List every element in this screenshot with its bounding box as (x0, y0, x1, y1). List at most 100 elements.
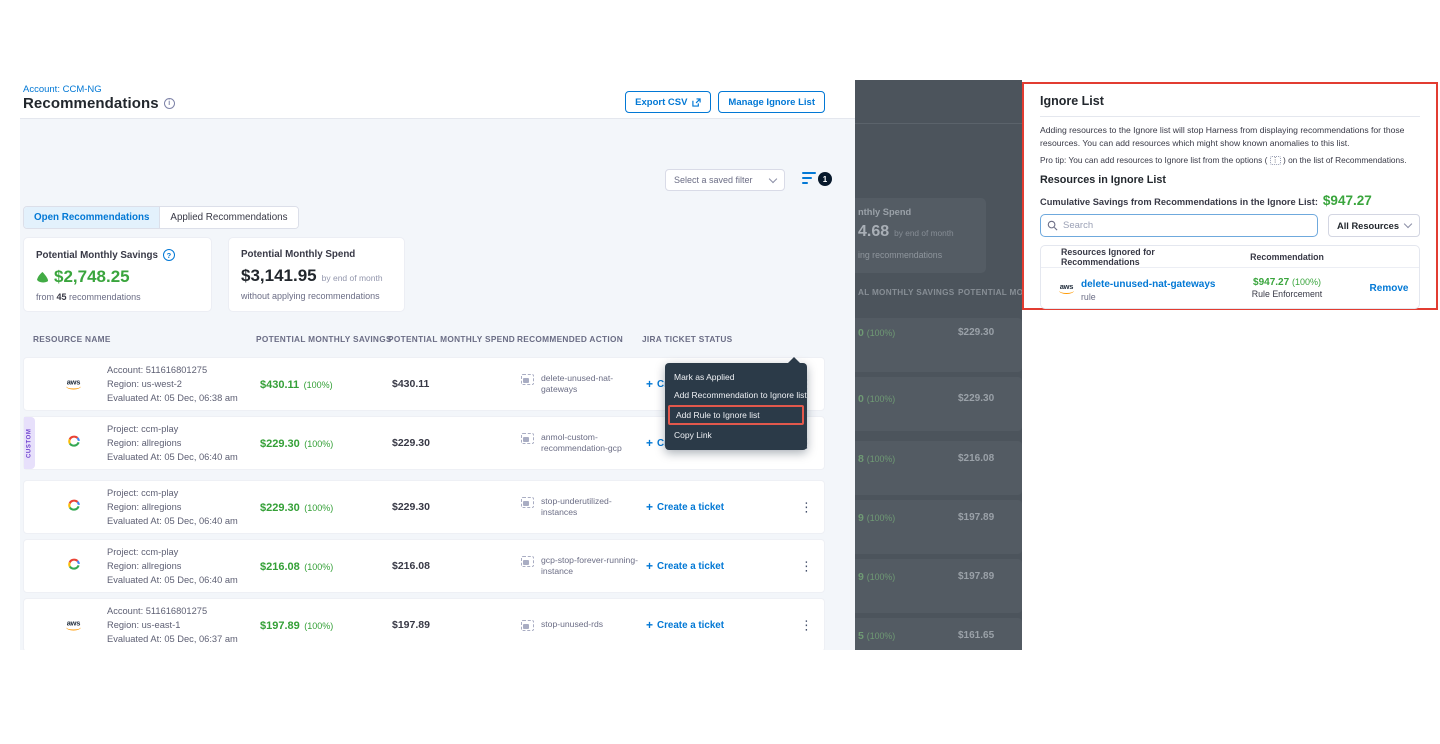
dimmed-spend-note: ing recommendations (858, 250, 942, 260)
page: Account: CCM-NG Recommendations i Export… (0, 0, 1440, 744)
savings-value: $430.11 (260, 379, 299, 391)
row-context-menu: Mark as Applied Add Recommendation to Ig… (665, 363, 807, 450)
rule-icon (521, 433, 534, 444)
all-resources-select[interactable]: All Resources (1328, 214, 1420, 237)
spend-suffix: by end of month (322, 273, 383, 283)
savings-percent: (100%) (304, 621, 333, 631)
action-label: gcp-stop-forever-running-instance (541, 555, 639, 577)
savings-subtitle: from 45 recommendations (36, 292, 211, 302)
dimmed-divider (855, 123, 1022, 124)
filter-button[interactable]: 1 (802, 172, 832, 189)
spend-value: $229.30 (392, 437, 430, 449)
spend-value: $197.89 (392, 619, 430, 631)
cumulative-savings-value: $947.27 (1323, 193, 1372, 208)
external-link-icon (692, 98, 701, 107)
spend-value: $229.30 (392, 501, 430, 513)
savings-value: $197.89 (260, 620, 300, 632)
info-icon: i (164, 98, 175, 109)
dimmed-col-spend: POTENTIAL MONTHL (958, 288, 1022, 297)
potential-monthly-savings-card: Potential Monthly Savings ? $2,748.25 fr… (23, 237, 212, 312)
aws-icon: aws (66, 620, 81, 631)
savings-percent: (100%) (304, 380, 333, 390)
search-icon (1047, 220, 1058, 231)
rule-icon (521, 620, 534, 631)
panel-divider (1040, 116, 1420, 117)
col-recommendation: Recommendation (1217, 252, 1357, 262)
tab-open-recommendations[interactable]: Open Recommendations (24, 207, 159, 228)
ignored-resource-link[interactable]: delete-unused-nat-gateways (1081, 279, 1215, 290)
ignore-list-table: Resources Ignored for Recommendations Re… (1040, 245, 1420, 309)
plus-icon: + (646, 500, 653, 514)
dimmed-col-savings: AL MONTHLY SAVINGS (858, 288, 955, 297)
spend-card-title: Potential Monthly Spend (241, 249, 355, 260)
spend-note: without applying recommendations (241, 291, 404, 301)
table-row[interactable]: aws Account: 511616801275 Region: us-eas… (23, 598, 825, 650)
menu-item-add-rule-to-ignore-list[interactable]: Add Rule to Ignore list (668, 405, 804, 425)
rule-icon (521, 556, 534, 567)
col-jira-ticket-status: JIRA TICKET STATUS (642, 334, 733, 344)
row-menu-icon[interactable]: ⋮ (800, 619, 813, 632)
savings-value: $229.30 (260, 438, 300, 450)
export-csv-button[interactable]: Export CSV (625, 91, 711, 113)
savings-percent: (100%) (304, 439, 333, 449)
help-icon[interactable]: ? (163, 249, 175, 261)
col-recommended-action: RECOMMENDED ACTION (517, 334, 623, 344)
action-label: stop-unused-rds (541, 619, 603, 631)
create-ticket-link[interactable]: + Create a ticket (646, 559, 724, 573)
col-potential-monthly-savings: POTENTIAL MONTHLY SAVINGS (256, 334, 392, 344)
search-input[interactable] (1040, 214, 1318, 237)
ignore-list-row: aws delete-unused-nat-gateways rule $947… (1041, 268, 1419, 308)
manage-ignore-list-button[interactable]: Manage Ignore List (718, 91, 825, 113)
custom-tag: CUSTOM (24, 417, 35, 469)
menu-caret (787, 357, 801, 364)
plus-icon: + (646, 436, 653, 450)
aws-icon: aws (66, 379, 81, 390)
menu-item-mark-as-applied[interactable]: Mark as Applied (665, 368, 807, 386)
plus-icon: + (646, 559, 653, 573)
table-row[interactable]: Project: ccm-play Region: allregions Eva… (23, 539, 825, 593)
table-row[interactable]: Project: ccm-play Region: allregions Eva… (23, 480, 825, 534)
resource-lines: Project: ccm-play Region: allregions Eva… (107, 422, 257, 464)
ignored-savings: $947.27 (100%) (1217, 277, 1357, 288)
table-header-row: RESOURCE NAME POTENTIAL MONTHLY SAVINGS … (23, 334, 855, 346)
ignore-list-panel: Ignore List Adding resources to the Igno… (1022, 82, 1438, 310)
plus-icon: + (646, 618, 653, 632)
col-resources-ignored: Resources Ignored for Recommendations (1041, 247, 1217, 267)
dimmed-spend-value: 4.68 (858, 223, 889, 241)
menu-item-copy-link[interactable]: Copy Link (665, 426, 807, 444)
filter-count-badge: 1 (818, 172, 832, 186)
row-menu-icon[interactable]: ⋮ (800, 560, 813, 573)
resource-lines: Account: 511616801275 Region: us-east-1 … (107, 604, 257, 646)
potential-monthly-spend-card: Potential Monthly Spend $3,141.95 by end… (228, 237, 405, 312)
pro-tip: Pro tip: You can add resources to Ignore… (1040, 154, 1420, 166)
spend-value: $3,141.95 (241, 266, 317, 286)
tab-applied-recommendations[interactable]: Applied Recommendations (159, 207, 297, 228)
savings-value: $2,748.25 (54, 267, 130, 287)
saved-filter-select[interactable]: Select a saved filter (665, 169, 785, 191)
resource-lines: Project: ccm-play Region: allregions Eva… (107, 545, 257, 587)
resource-lines: Account: 511616801275 Region: us-west-2 … (107, 363, 257, 405)
savings-value: $216.08 (260, 561, 300, 573)
page-title: Recommendations (23, 95, 159, 112)
spend-value: $430.11 (392, 378, 429, 390)
account-breadcrumb[interactable]: Account: CCM-NG (23, 84, 102, 95)
rule-icon (521, 374, 534, 385)
row-menu-icon[interactable]: ⋮ (800, 501, 813, 514)
plus-icon: + (646, 377, 653, 391)
create-ticket-link[interactable]: + Create a ticket (646, 618, 724, 632)
panel-title: Ignore List (1040, 94, 1420, 108)
create-ticket-link[interactable]: + Create a ticket (646, 500, 724, 514)
cumulative-savings: Cumulative Savings from Recommendations … (1040, 193, 1420, 208)
action-label: delete-unused-nat-gateways (541, 373, 639, 395)
app-header: Account: CCM-NG Recommendations i Export… (20, 80, 855, 118)
menu-item-add-recommendation-to-ignore-list[interactable]: Add Recommendation to Ignore list (665, 386, 807, 404)
spend-value: $216.08 (392, 560, 430, 572)
savings-leaf-icon (36, 272, 49, 283)
gcp-icon (66, 498, 82, 516)
gcp-icon (66, 434, 82, 452)
col-potential-monthly-spend: POTENTIAL MONTHLY SPEND (388, 334, 515, 344)
panel-description: Adding resources to the Ignore list will… (1040, 124, 1420, 149)
dimmed-spend-title: nthly Spend (858, 207, 911, 217)
rule-icon (521, 497, 534, 508)
remove-button[interactable]: Remove (1357, 283, 1421, 294)
